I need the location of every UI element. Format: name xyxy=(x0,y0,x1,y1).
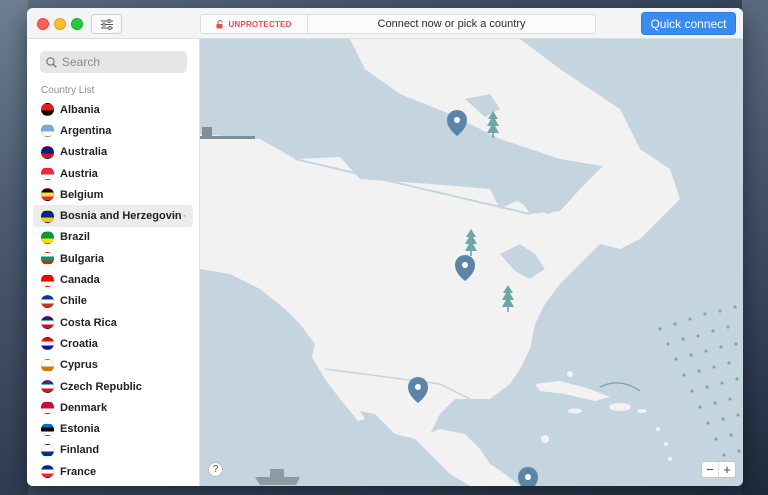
map-graphic xyxy=(200,39,741,486)
country-item[interactable]: Czech Republic xyxy=(33,376,193,397)
country-item[interactable]: Austria xyxy=(33,163,193,184)
flag-icon xyxy=(41,422,54,436)
ocean-dot-pattern xyxy=(658,305,741,457)
country-name: Austria xyxy=(60,167,98,180)
flag-icon xyxy=(41,443,54,457)
island-dot xyxy=(567,371,573,377)
flag-icon xyxy=(41,209,54,223)
country-name: Brazil xyxy=(60,231,90,244)
country-item[interactable]: Cyprus xyxy=(33,355,193,376)
flag-icon xyxy=(41,188,54,202)
country-name: Finland xyxy=(60,444,100,457)
country-item[interactable]: Finland xyxy=(33,440,193,461)
flag-icon xyxy=(41,145,54,159)
country-name: France xyxy=(60,465,97,478)
minimize-window-button[interactable] xyxy=(54,18,66,30)
jamaica-island xyxy=(568,408,582,414)
flag-icon xyxy=(41,380,54,393)
country-name: Croatia xyxy=(60,337,98,350)
app-window: UNPROTECTED Connect now or pick a countr… xyxy=(27,8,743,486)
flag-icon xyxy=(41,337,54,351)
country-list: Albania Argentina Australia Austria Belgium B… xyxy=(33,99,193,482)
country-item[interactable]: Canada xyxy=(33,269,193,290)
unlocked-lock-icon xyxy=(216,19,223,28)
quick-connect-button[interactable]: Quick connect xyxy=(641,12,736,35)
island-dot xyxy=(541,435,549,443)
flag-icon xyxy=(41,316,54,330)
zoom-in-button[interactable]: + xyxy=(719,462,735,477)
central-america-landmass xyxy=(415,429,520,486)
close-window-button[interactable] xyxy=(37,18,49,30)
ship-icon xyxy=(200,127,255,139)
hispaniola-island xyxy=(609,403,631,411)
zoom-out-button[interactable]: − xyxy=(702,462,719,477)
country-item[interactable]: Bosnia and Herzegovin ··· xyxy=(33,205,193,227)
search-input[interactable]: Search xyxy=(40,51,187,73)
status-message: Connect now or pick a country xyxy=(377,18,526,30)
sliders-icon xyxy=(100,18,113,30)
flag-icon xyxy=(41,358,54,372)
settings-button[interactable] xyxy=(91,14,122,34)
country-list-heading: Country List xyxy=(41,85,95,96)
sidebar: Search Country List Albania Argentina Aust… xyxy=(27,39,200,486)
country-name: Bulgaria xyxy=(60,252,105,265)
flag-icon xyxy=(41,252,54,266)
country-item[interactable]: Chile xyxy=(33,291,193,312)
flag-icon xyxy=(41,167,54,181)
titlebar: UNPROTECTED Connect now or pick a countr… xyxy=(27,8,743,39)
country-name: Estonia xyxy=(60,423,100,436)
country-name: Czech Republic xyxy=(60,380,142,393)
flag-icon xyxy=(41,294,54,308)
country-item[interactable]: France xyxy=(33,461,193,482)
flag-icon xyxy=(41,230,54,244)
search-icon xyxy=(46,56,57,68)
help-button[interactable]: ? xyxy=(208,462,223,477)
country-name: Denmark xyxy=(60,401,108,414)
country-item[interactable]: Belgium xyxy=(33,184,193,205)
zoom-controls: − + xyxy=(701,461,736,478)
world-map[interactable]: ? − + xyxy=(200,39,743,486)
north-america-landmass xyxy=(200,134,680,439)
puerto-rico-island xyxy=(637,409,647,413)
ocean-wave xyxy=(599,382,641,392)
protection-status: UNPROTECTED xyxy=(201,15,308,33)
country-item[interactable]: Denmark xyxy=(33,397,193,418)
flag-icon xyxy=(41,401,54,415)
location-pin-icon xyxy=(518,467,538,486)
desktop-background-left xyxy=(0,0,28,495)
zoom-window-button[interactable] xyxy=(71,18,83,30)
desktop-background-right xyxy=(742,0,768,495)
country-name: Argentina xyxy=(60,124,112,137)
flag-icon xyxy=(41,103,54,117)
country-name: Bosnia and Herzegovin xyxy=(60,210,182,223)
more-options-button[interactable]: ··· xyxy=(173,210,187,222)
ship-icon xyxy=(255,469,300,485)
flag-icon xyxy=(41,273,54,287)
connection-status-bar: UNPROTECTED Connect now or pick a countr… xyxy=(200,14,596,34)
country-item[interactable]: Argentina xyxy=(33,120,193,141)
country-name: Belgium xyxy=(60,188,104,201)
status-label: UNPROTECTED xyxy=(228,19,292,29)
country-item[interactable]: Bulgaria xyxy=(33,248,193,269)
country-item[interactable]: Australia xyxy=(33,142,193,163)
country-name: Chile xyxy=(60,295,87,308)
country-item[interactable]: Estonia xyxy=(33,418,193,439)
flag-icon xyxy=(41,124,54,138)
country-item[interactable]: Albania xyxy=(33,99,193,120)
flag-icon xyxy=(41,465,54,479)
country-name: Costa Rica xyxy=(60,316,117,329)
island-dot xyxy=(656,427,660,431)
cuba-island xyxy=(535,381,610,401)
country-name: Canada xyxy=(60,274,100,287)
search-placeholder: Search xyxy=(62,55,101,69)
country-name: Albania xyxy=(60,103,100,116)
country-item[interactable]: Croatia xyxy=(33,333,193,354)
country-name: Australia xyxy=(60,146,108,159)
country-item[interactable]: Brazil xyxy=(33,227,193,248)
country-item[interactable]: Costa Rica xyxy=(33,312,193,333)
island-dot xyxy=(668,457,672,461)
island-dot xyxy=(664,442,668,446)
country-name: Cyprus xyxy=(60,359,98,372)
